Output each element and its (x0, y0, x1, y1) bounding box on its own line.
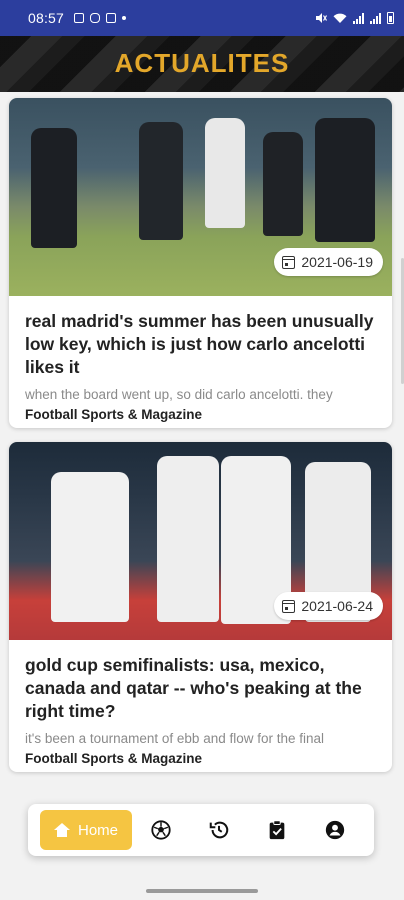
status-bar: 08:57 (0, 0, 404, 36)
signal-icon (370, 12, 381, 24)
account-icon (325, 820, 345, 840)
signal-icon (353, 12, 364, 24)
mute-icon (316, 13, 327, 23)
system-icons (315, 12, 394, 24)
nav-home-label: Home (77, 821, 118, 839)
article-card[interactable]: 2021-06-19 real madrid's summer has been… (9, 98, 392, 428)
battery-icon (387, 12, 394, 24)
calendar-icon (282, 599, 296, 613)
date-badge: 2021-06-24 (274, 592, 383, 620)
nav-tasks-button[interactable] (248, 810, 306, 850)
article-excerpt: it's been a tournament of ebb and flow f… (25, 731, 325, 746)
status-time: 08:57 (28, 10, 65, 26)
calendar-icon (282, 255, 296, 269)
article-source: Football Sports & Magazine (25, 407, 203, 422)
nav-matches-button[interactable] (132, 810, 190, 850)
screenshot-icon (74, 13, 85, 23)
news-feed[interactable]: 2021-06-19 real madrid's summer has been… (0, 92, 404, 792)
nav-account-button[interactable] (306, 810, 364, 850)
bottom-navigation: Home (28, 804, 374, 856)
article-card[interactable]: 2021-06-24 gold cup semifinalists: usa, … (9, 442, 392, 772)
instagram-icon (90, 13, 101, 23)
date-badge: 2021-06-19 (274, 248, 383, 276)
home-icon (53, 823, 70, 837)
clipboard-check-icon (269, 820, 285, 840)
article-image: 2021-06-19 (9, 98, 392, 296)
wifi-icon (333, 13, 347, 23)
gesture-bar[interactable] (146, 889, 258, 893)
article-title[interactable]: gold cup semifinalists: usa, mexico, can… (25, 654, 376, 723)
page-title: ACTUALITES (114, 48, 290, 78)
article-date: 2021-06-19 (301, 254, 373, 270)
app-header: ACTUALITES (0, 36, 404, 92)
notification-icons (74, 13, 127, 23)
soccer-ball-icon (151, 820, 171, 840)
article-title[interactable]: real madrid's summer has been unusually … (25, 310, 376, 379)
nav-history-button[interactable] (190, 810, 248, 850)
article-excerpt: when the board went up, so did carlo anc… (25, 387, 333, 402)
dot-icon (122, 16, 127, 20)
nav-home-button[interactable]: Home (40, 810, 132, 850)
history-icon (209, 821, 229, 839)
screenshot-icon (106, 13, 117, 23)
article-date: 2021-06-24 (301, 598, 373, 614)
article-source: Football Sports & Magazine (25, 751, 203, 766)
article-image: 2021-06-24 (9, 442, 392, 640)
